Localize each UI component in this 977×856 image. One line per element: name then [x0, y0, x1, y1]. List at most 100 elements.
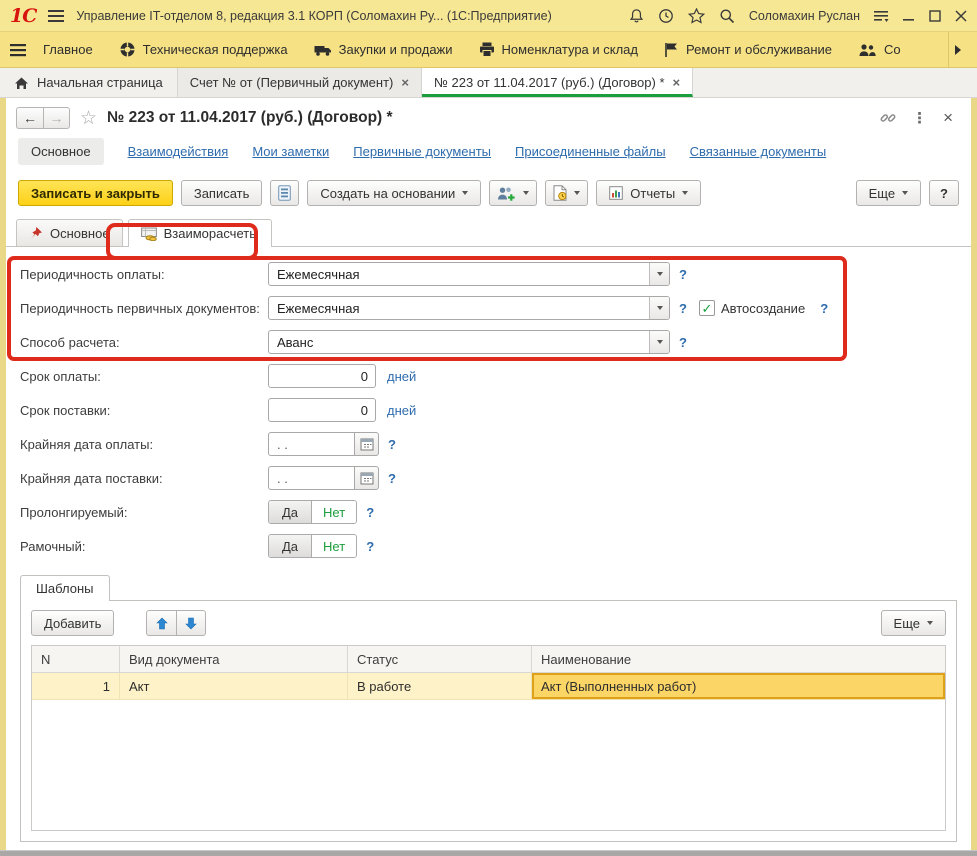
help-link[interactable]: ? — [388, 437, 396, 452]
delivery-term-input[interactable] — [268, 398, 376, 422]
table-row[interactable]: 1 Акт В работе Акт (Выполненных работ) — [32, 673, 945, 700]
payment-periodicity-select[interactable]: Ежемесячная — [268, 262, 670, 286]
minimize-icon[interactable] — [903, 10, 915, 22]
dropdown-button[interactable] — [649, 331, 669, 353]
tab-home-page[interactable]: Начальная страница — [0, 68, 178, 97]
column-header-name[interactable]: Наименование — [532, 646, 945, 672]
save-button[interactable]: Записать — [181, 180, 263, 206]
yes-option[interactable]: Да — [269, 535, 312, 557]
help-button[interactable]: ? — [929, 180, 959, 206]
menu-scroll-right-icon[interactable] — [948, 32, 967, 67]
column-header-n[interactable]: N — [32, 646, 120, 672]
get-link-icon[interactable] — [880, 110, 896, 126]
docs-periodicity-select[interactable]: Ежемесячная — [268, 296, 670, 320]
forward-arrow-icon[interactable]: → — [43, 107, 70, 129]
nav-link-attached-files[interactable]: Присоединенные файлы — [515, 144, 666, 159]
back-arrow-icon[interactable]: ← — [16, 107, 43, 129]
close-window-icon[interactable] — [955, 10, 967, 22]
autocreate-checkbox[interactable]: ✓ — [699, 300, 715, 316]
payment-term-input[interactable] — [268, 364, 376, 388]
save-and-close-button[interactable]: Записать и закрыть — [18, 180, 173, 206]
help-link[interactable]: ? — [388, 471, 396, 486]
templates-more-button[interactable]: Еще — [881, 610, 946, 636]
current-user[interactable]: Соломахин Руслан — [749, 9, 860, 23]
help-link[interactable]: ? — [366, 539, 374, 554]
tab-mutual-settlements[interactable]: Взаиморасчеты — [128, 219, 272, 247]
search-icon[interactable] — [719, 8, 735, 24]
close-form-icon[interactable]: × — [943, 108, 953, 128]
select-value: Ежемесячная — [269, 297, 649, 319]
more-kebab-icon[interactable]: ⋮ — [912, 109, 927, 127]
column-header-status[interactable]: Статус — [348, 646, 532, 672]
menu-item-label: Техническая поддержка — [143, 42, 288, 57]
no-option[interactable]: Нет — [312, 535, 356, 557]
close-tab-icon[interactable]: × — [673, 75, 681, 90]
column-header-doc-type[interactable]: Вид документа — [120, 646, 348, 672]
tab-templates[interactable]: Шаблоны — [20, 575, 110, 601]
cell-n[interactable]: 1 — [32, 673, 120, 699]
add-template-button[interactable]: Добавить — [31, 610, 114, 636]
delivery-deadline-input[interactable] — [268, 466, 354, 490]
add-favorite-star-icon[interactable]: ☆ — [80, 109, 97, 128]
menu-item-nomenclature-warehouse[interactable]: Номенклатура и склад — [470, 32, 647, 67]
menu-item-main[interactable]: Главное — [34, 32, 102, 67]
field-row-delivery-term: Срок поставки: дней — [20, 398, 957, 422]
add-contact-button[interactable] — [489, 180, 537, 206]
tab-main[interactable]: Основное — [16, 219, 123, 246]
pin-icon — [29, 226, 43, 240]
more-button[interactable]: Еще — [856, 180, 921, 206]
calendar-button[interactable] — [354, 466, 379, 490]
cell-doc-type[interactable]: Акт — [120, 673, 348, 699]
yes-option[interactable]: Да — [269, 501, 312, 523]
help-link[interactable]: ? — [679, 335, 687, 350]
button-label: Еще — [894, 616, 920, 631]
card-file-icon — [278, 185, 291, 201]
nav-link-my-notes[interactable]: Мои заметки — [252, 144, 329, 159]
menu-item-label: Со — [884, 42, 901, 57]
select-value: Аванс — [269, 331, 649, 353]
help-link[interactable]: ? — [679, 301, 687, 316]
document-schedule-button[interactable] — [545, 180, 588, 206]
tab-contract-document[interactable]: № 223 от 11.04.2017 (руб.) (Договор) * × — [422, 68, 693, 97]
cell-status[interactable]: В работе — [348, 673, 532, 699]
button-label: Создать на основании — [320, 186, 455, 201]
service-menu-icon[interactable] — [874, 9, 889, 23]
dropdown-button[interactable] — [649, 297, 669, 319]
help-link[interactable]: ? — [366, 505, 374, 520]
move-up-button[interactable] — [146, 610, 176, 636]
help-link[interactable]: ? — [820, 301, 828, 316]
help-link[interactable]: ? — [679, 267, 687, 282]
menu-item-purchases-sales[interactable]: Закупки и продажи — [305, 32, 462, 67]
sections-hamburger-icon[interactable] — [10, 43, 26, 57]
menu-item-repair-service[interactable]: Ремонт и обслуживание — [655, 32, 841, 67]
nav-link-main[interactable]: Основное — [18, 138, 104, 165]
main-menu-hamburger-icon[interactable] — [48, 9, 64, 23]
document-title: № 223 от 11.04.2017 (руб.) (Договор) * — [107, 109, 393, 127]
notifications-bell-icon[interactable] — [629, 8, 644, 24]
card-file-button[interactable] — [270, 180, 299, 206]
window-titlebar: 1С Управление IT-отделом 8, редакция 3.1… — [0, 0, 977, 32]
move-down-button[interactable] — [176, 610, 206, 636]
menu-item-employees[interactable]: Со — [849, 32, 910, 67]
calendar-button[interactable] — [354, 432, 379, 456]
tab-invoice-document[interactable]: Счет № от (Первичный документ) × — [178, 68, 422, 97]
menu-item-tech-support[interactable]: Техническая поддержка — [110, 32, 297, 67]
favorites-star-icon[interactable] — [688, 8, 705, 24]
nav-link-interactions[interactable]: Взаимодействия — [128, 144, 229, 159]
reports-button[interactable]: Отчеты — [596, 180, 701, 206]
days-unit-link[interactable]: дней — [387, 369, 416, 384]
nav-link-related-documents[interactable]: Связанные документы — [690, 144, 827, 159]
maximize-icon[interactable] — [929, 10, 941, 22]
close-tab-icon[interactable]: × — [401, 75, 409, 90]
days-unit-link[interactable]: дней — [387, 403, 416, 418]
dropdown-button[interactable] — [649, 263, 669, 285]
nav-link-primary-documents[interactable]: Первичные документы — [353, 144, 491, 159]
form-tab-strip: Основное Взаиморасчеты — [6, 215, 971, 247]
no-option[interactable]: Нет — [312, 501, 356, 523]
cell-name-selected[interactable]: Акт (Выполненных работ) — [532, 673, 945, 699]
create-based-on-button[interactable]: Создать на основании — [307, 180, 481, 206]
home-icon — [14, 76, 29, 90]
calc-method-select[interactable]: Аванс — [268, 330, 670, 354]
history-icon[interactable] — [658, 8, 674, 24]
payment-deadline-input[interactable] — [268, 432, 354, 456]
